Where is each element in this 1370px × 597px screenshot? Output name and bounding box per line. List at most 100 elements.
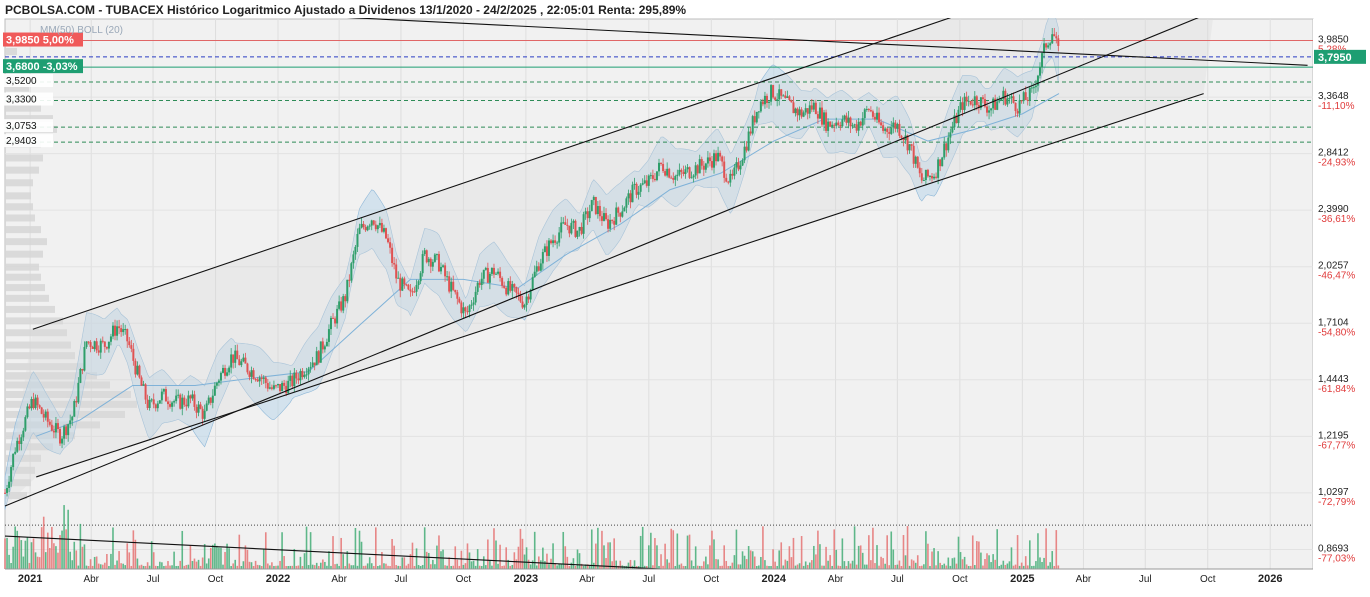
volume-bar [71,560,74,569]
candle-body [277,384,280,386]
candle-body [988,110,991,113]
candle-body [674,176,677,180]
volume-bar [1037,533,1039,569]
volume-bar [703,561,705,569]
volume-bar [548,564,550,569]
candle-body [397,277,400,279]
volume-bar [731,562,734,569]
volume-bar [315,562,318,569]
candle-body [584,211,587,215]
candle-body [490,267,493,274]
candle-body [248,372,251,377]
candle-body [664,171,667,176]
volume-bar [735,529,738,569]
candle-body [10,467,13,482]
volume-bar [804,561,807,569]
chart-title: PCBOLSA.COM - TUBACEX Histórico Logaritm… [5,3,686,17]
candle-body [71,416,74,421]
volume-bar [366,563,369,569]
candle-body [888,131,891,134]
candle-body [332,317,335,319]
candle-body [1014,102,1017,112]
volume-bar [40,527,43,569]
volume-bar [299,556,302,569]
volume-bar [996,529,999,569]
volume-bar [104,562,106,569]
volume-bar [293,548,296,569]
candle-body [600,216,603,221]
candle-body [338,301,341,309]
candle-body [244,357,247,364]
volume-bar [197,559,200,569]
volume-bar [106,554,108,569]
candle-body [886,128,889,132]
candle-body [382,228,385,232]
volume-profile-bar [5,238,47,246]
candle-body [109,336,112,342]
volume-bar [619,560,622,569]
volume-bar [256,564,259,569]
candle-body [18,440,21,444]
candle-body [79,369,82,383]
candle-body [880,122,883,126]
candle-body [719,152,722,157]
volume-bar [935,565,937,569]
candle-body [16,440,19,452]
candle-body [678,169,681,175]
candle-body [841,119,844,127]
volume-bar [650,532,652,569]
candle-body [374,224,377,230]
candle-body [1047,45,1050,48]
volume-bar [994,559,996,569]
candle-body [594,196,597,215]
volume-bar [753,556,756,569]
candle-body [1004,90,1007,105]
volume-bar [874,563,876,569]
candle-body [497,271,500,274]
volume-bar [432,559,434,569]
candle-body [717,152,720,162]
volume-bar [851,560,854,569]
volume-bar [140,564,143,569]
candle-body [169,404,172,407]
candle-body [749,131,752,134]
candle-body [228,367,231,373]
candle-body [1049,43,1052,46]
volume-profile-bar [5,263,39,271]
candle-body [258,377,261,382]
volume-bar [916,555,919,569]
candle-body [552,240,555,244]
candle-body [224,367,227,376]
candle-body [686,167,689,170]
candle-body [380,222,383,232]
candle-body [454,289,457,293]
x-tick-label: Jul [395,574,408,585]
candle-body [205,403,208,411]
volume-bar [26,537,29,569]
candle-body [407,284,410,290]
volume-bar [782,565,785,569]
volume-profile-bar [5,226,41,234]
candle-body [279,384,282,392]
volume-bar [552,543,554,569]
volume-bar [77,565,80,569]
candle-body [568,225,571,234]
candle-body [154,404,157,409]
volume-bar [576,549,579,569]
volume-bar [976,541,978,569]
candle-body [896,123,899,129]
x-axis: 2021 Abr Jul Oct 2022 Abr Jul Oct 2023 Abr Jul Oct 2… [0,568,1370,592]
candle-body [164,389,167,402]
candle-body [391,247,394,264]
volume-bar [120,563,122,569]
candle-body [289,375,292,381]
volume-bar [189,545,192,569]
candle-body [731,173,734,176]
candle-body [721,156,724,162]
volume-bar [97,563,100,569]
volume-bar [61,530,63,569]
volume-profile-bar [5,250,43,258]
candle-body [319,341,322,363]
volume-bar [209,547,212,569]
volume-bar [14,526,16,569]
